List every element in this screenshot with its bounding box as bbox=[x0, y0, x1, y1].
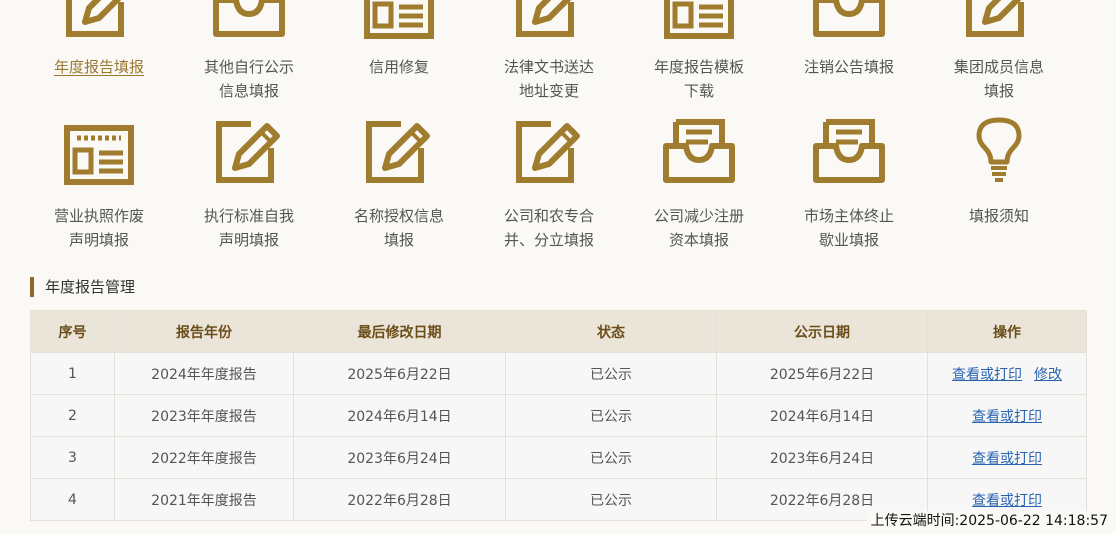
inbox-icon bbox=[774, 0, 924, 40]
edit-icon bbox=[174, 116, 324, 186]
inbox-icon bbox=[174, 0, 324, 40]
service-tile-label: 执行标准自我 声明填报 bbox=[203, 207, 294, 249]
annual-report-table: 序号 报告年份 最后修改日期 状态 公示日期 操作 1 2024年年度报告 2025… bbox=[30, 310, 1087, 521]
view-print-link[interactable]: 查看或打印 bbox=[972, 493, 1042, 509]
cell-published: 2023年6月24日 bbox=[716, 436, 928, 479]
cell-year: 2022年年度报告 bbox=[114, 436, 294, 479]
lightbulb-icon bbox=[924, 116, 1074, 186]
service-tile-12[interactable]: 公司减少注册 资本填报 bbox=[624, 116, 774, 252]
cell-status: 已公示 bbox=[505, 436, 717, 479]
cell-no: 2 bbox=[30, 394, 115, 437]
service-tile-label: 公司减少注册 资本填报 bbox=[653, 207, 744, 249]
service-tile-label: 信用修复 bbox=[368, 58, 429, 76]
view-print-link[interactable]: 查看或打印 bbox=[972, 409, 1042, 425]
service-tile-label: 法律文书送达 地址变更 bbox=[503, 58, 594, 100]
cell-modified: 2025年6月22日 bbox=[293, 352, 506, 395]
service-tile-14[interactable]: 填报须知 bbox=[924, 116, 1074, 228]
cell-status: 已公示 bbox=[505, 352, 717, 395]
table-row: 1 2024年年度报告 2025年6月22日 已公示 2025年6月22日 查看或打印 修改 bbox=[30, 352, 1087, 395]
col-header-published: 公示日期 bbox=[716, 310, 928, 353]
service-tile-label: 营业执照作废 声明填报 bbox=[53, 207, 144, 249]
service-tile-4[interactable]: 法律文书送达 地址变更 bbox=[474, 0, 624, 103]
cell-modified: 2024年6月14日 bbox=[293, 394, 506, 437]
table-row: 3 2022年年度报告 2023年6月24日 已公示 2023年6月24日 查看或打印 bbox=[30, 436, 1087, 479]
edit-icon bbox=[474, 116, 624, 186]
service-tile-11[interactable]: 公司和农专合 并、分立填报 bbox=[474, 116, 624, 252]
form-icon bbox=[624, 0, 774, 40]
edit-icon bbox=[24, 0, 174, 40]
cell-no: 3 bbox=[30, 436, 115, 479]
cell-actions: 查看或打印 bbox=[927, 394, 1087, 437]
service-tile-label: 年度报告模板 下载 bbox=[653, 58, 744, 100]
service-tile-6[interactable]: 注销公告填报 bbox=[774, 0, 924, 79]
service-tile-1[interactable]: 年度报告填报 bbox=[24, 0, 174, 79]
view-print-link[interactable]: 查看或打印 bbox=[972, 451, 1042, 467]
view-print-link[interactable]: 查看或打印 bbox=[952, 367, 1022, 383]
cell-actions: 查看或打印 bbox=[927, 436, 1087, 479]
edit-link[interactable]: 修改 bbox=[1034, 367, 1062, 383]
service-tile-label: 注销公告填报 bbox=[803, 58, 894, 76]
service-tile-label: 年度报告填报 bbox=[53, 58, 144, 76]
form-icon bbox=[24, 116, 174, 186]
edit-icon bbox=[324, 116, 474, 186]
service-tile-label: 名称授权信息 填报 bbox=[353, 207, 444, 249]
inbox-icon bbox=[624, 116, 774, 186]
cell-published: 2025年6月22日 bbox=[716, 352, 928, 395]
service-tile-label: 其他自行公示 信息填报 bbox=[203, 58, 294, 100]
cell-no: 1 bbox=[30, 352, 115, 395]
cell-year: 2021年年度报告 bbox=[114, 478, 294, 521]
col-header-no: 序号 bbox=[30, 310, 115, 353]
service-tile-7[interactable]: 集团成员信息 填报 bbox=[924, 0, 1074, 103]
edit-icon bbox=[474, 0, 624, 40]
upload-timestamp: 上传云端时间:2025-06-22 14:18:57 bbox=[866, 511, 1110, 531]
cell-status: 已公示 bbox=[505, 478, 717, 521]
col-header-modified: 最后修改日期 bbox=[293, 310, 506, 353]
service-tile-2[interactable]: 其他自行公示 信息填报 bbox=[174, 0, 324, 103]
service-tile-5[interactable]: 年度报告模板 下载 bbox=[624, 0, 774, 103]
service-tile-8[interactable]: 营业执照作废 声明填报 bbox=[24, 116, 174, 252]
cell-actions: 查看或打印 修改 bbox=[927, 352, 1087, 395]
cell-published: 2024年6月14日 bbox=[716, 394, 928, 437]
service-tile-13[interactable]: 市场主体终止 歇业填报 bbox=[774, 116, 924, 252]
table-header-row: 序号 报告年份 最后修改日期 状态 公示日期 操作 bbox=[30, 310, 1087, 353]
service-tile-10[interactable]: 名称授权信息 填报 bbox=[324, 116, 474, 252]
section-title: 年度报告管理 bbox=[30, 277, 135, 297]
service-tile-label: 市场主体终止 歇业填报 bbox=[803, 207, 894, 249]
service-tile-label: 填报须知 bbox=[968, 207, 1029, 225]
cell-year: 2024年年度报告 bbox=[114, 352, 294, 395]
cell-modified: 2022年6月28日 bbox=[293, 478, 506, 521]
service-tile-label: 集团成员信息 填报 bbox=[953, 58, 1044, 100]
form-icon bbox=[324, 0, 474, 40]
cell-no: 4 bbox=[30, 478, 115, 521]
col-header-status: 状态 bbox=[505, 310, 717, 353]
col-header-actions: 操作 bbox=[927, 310, 1087, 353]
service-tile-9[interactable]: 执行标准自我 声明填报 bbox=[174, 116, 324, 252]
service-tile-label: 公司和农专合 并、分立填报 bbox=[503, 207, 594, 249]
cell-year: 2023年年度报告 bbox=[114, 394, 294, 437]
cell-status: 已公示 bbox=[505, 394, 717, 437]
col-header-year: 报告年份 bbox=[114, 310, 294, 353]
service-tile-3[interactable]: 信用修复 bbox=[324, 0, 474, 79]
cell-modified: 2023年6月24日 bbox=[293, 436, 506, 479]
service-icon-grid: 年度报告填报 其他自行公示 信息填报 信用修复 法律文书送达 地址变更 年度报告… bbox=[24, 0, 1074, 260]
inbox-icon bbox=[774, 116, 924, 186]
table-row: 2 2023年年度报告 2024年6月14日 已公示 2024年6月14日 查看或打印 bbox=[30, 394, 1087, 437]
edit-icon bbox=[924, 0, 1074, 40]
